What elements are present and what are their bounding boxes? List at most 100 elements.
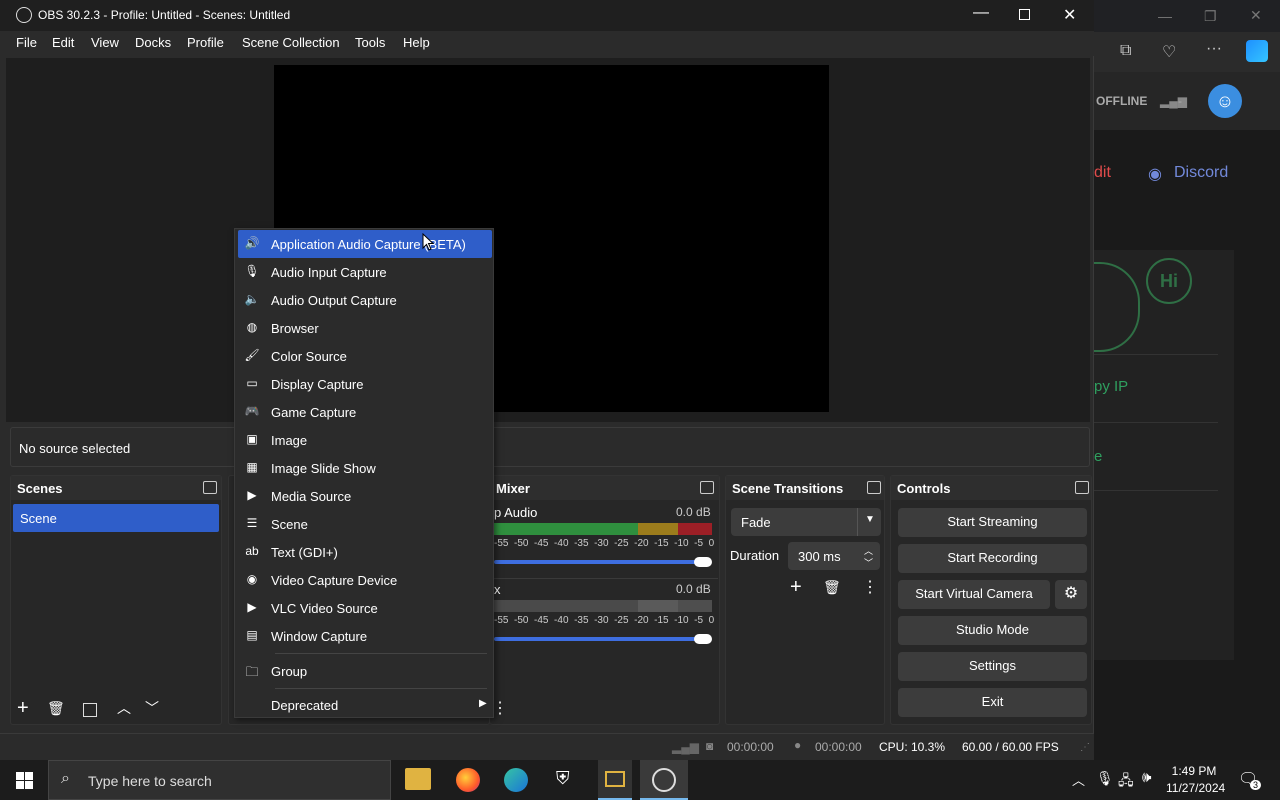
menu-item-scene[interactable]: ☰ Scene: [238, 510, 492, 538]
discord-link[interactable]: Discord: [1174, 164, 1228, 182]
security-shield-icon[interactable]: ⛨: [556, 768, 570, 789]
tray-expand-icon[interactable]: ︿: [1072, 770, 1085, 789]
menu-tools[interactable]: Tools: [355, 35, 385, 50]
transition-select[interactable]: Fade ▼: [731, 508, 881, 536]
transition-menu-icon[interactable]: ⋮: [862, 577, 878, 597]
taskbar-app-active[interactable]: [598, 760, 632, 800]
add-transition-icon[interactable]: +: [790, 576, 802, 599]
dock-float-icon[interactable]: [867, 481, 881, 494]
meter-scale: -55 -50 -45 -40 -35 -30 -25 -20 -15 -10 …: [494, 538, 715, 549]
menu-docks[interactable]: Docks: [135, 35, 171, 50]
mixer-dock-title: Mixer: [490, 476, 719, 500]
menu-item-vlc-video-source[interactable]: ▶ VLC Video Source: [238, 594, 492, 622]
menu-help[interactable]: Help: [403, 35, 430, 50]
settings-button[interactable]: Settings: [898, 652, 1087, 681]
volume-meter-yellow: [638, 523, 678, 535]
maximize-icon[interactable]: [1019, 9, 1030, 20]
dock-float-icon[interactable]: [1075, 481, 1089, 494]
firefox-icon[interactable]: [456, 768, 480, 792]
menu-item-window-capture[interactable]: ▤ Window Capture: [238, 622, 492, 650]
background-browser-window: — ❐ ✕ ⧉ ♡ ··· OFFLINE ▂▄▆ - ☺ dit ◉ Disc…: [1094, 0, 1280, 760]
menu-item-color-source[interactable]: 🖌 Color Source: [238, 342, 492, 370]
link-fragment[interactable]: e: [1094, 448, 1102, 465]
network-tray-icon[interactable]: 🖧: [1118, 770, 1134, 794]
menu-item-group[interactable]: 🗀 Group: [238, 657, 492, 685]
taskbar-obs[interactable]: [640, 760, 688, 800]
remove-scene-icon[interactable]: 🗑: [47, 700, 65, 717]
submenu-arrow-icon: ▶: [479, 698, 487, 709]
scenes-dock: Scenes Scene + 🗑 ︿ ﹀: [10, 475, 222, 725]
browser-minimize-icon[interactable]: —: [1158, 8, 1172, 24]
clock-date[interactable]: 11/27/2024: [1166, 781, 1225, 795]
dock-float-icon[interactable]: [700, 481, 714, 494]
file-explorer-icon[interactable]: [405, 768, 431, 790]
close-icon[interactable]: ✕: [1063, 5, 1076, 25]
volume-slider[interactable]: [494, 637, 700, 641]
minimize-icon[interactable]: —: [973, 4, 989, 22]
start-virtual-camera-button[interactable]: Start Virtual Camera: [898, 580, 1050, 609]
mixer-menu-icon[interactable]: ⋮: [492, 698, 508, 718]
dock-float-icon[interactable]: [203, 481, 217, 494]
scene-filter-icon[interactable]: [83, 703, 97, 717]
spin-down-icon[interactable]: ﹀: [864, 556, 873, 569]
menu-view[interactable]: View: [91, 35, 119, 50]
menu-item-image[interactable]: ▣ Image: [238, 426, 492, 454]
menu-item-audio-output-capture[interactable]: 🔈 Audio Output Capture: [238, 286, 492, 314]
performance-icon[interactable]: ♡: [1162, 42, 1176, 62]
scene-list-item[interactable]: Scene: [13, 504, 219, 532]
exit-button[interactable]: Exit: [898, 688, 1087, 717]
audio-mixer-dock: Mixer p Audio 0.0 dB -55 -50 -45 -40 -35…: [490, 475, 720, 725]
move-down-icon[interactable]: ﹀: [145, 698, 159, 718]
add-scene-icon[interactable]: +: [17, 698, 29, 718]
start-recording-button[interactable]: Start Recording: [898, 544, 1087, 573]
menu-scene-collection[interactable]: Scene Collection: [242, 35, 340, 50]
menu-item-text-gdi[interactable]: ab Text (GDI+): [238, 538, 492, 566]
volume-tray-icon[interactable]: 🕪: [1142, 769, 1151, 786]
volume-slider[interactable]: [494, 560, 700, 564]
duration-value: 300 ms: [798, 549, 841, 564]
menu-item-browser[interactable]: ◍ Browser: [238, 314, 492, 342]
studio-mode-button[interactable]: Studio Mode: [898, 616, 1087, 645]
menu-item-application-audio-capture-beta[interactable]: 🔊 Application Audio Capture (BETA): [238, 230, 492, 258]
browser-restore-icon[interactable]: ❐: [1204, 8, 1217, 25]
windows-start-icon[interactable]: [16, 772, 33, 789]
notification-badge: 3: [1250, 780, 1262, 790]
virtual-camera-settings-button[interactable]: ⚙: [1055, 580, 1087, 609]
menu-profile[interactable]: Profile: [187, 35, 224, 50]
avatar[interactable]: ☺: [1208, 84, 1242, 118]
taskbar-search[interactable]: ⌕ Type here to search: [48, 760, 391, 800]
menu-item-image-slide-show[interactable]: ▦ Image Slide Show: [238, 454, 492, 482]
controls-dock: Controls Start Streaming Start Recording…: [890, 475, 1092, 725]
browser-toolbar: ⧉ ♡ ···: [1094, 32, 1280, 72]
collections-icon[interactable]: ⧉: [1120, 42, 1131, 60]
resize-grip-icon[interactable]: ⋰: [1080, 742, 1090, 753]
menu-item-audio-input-capture[interactable]: 🎙 Audio Input Capture: [238, 258, 492, 286]
slideshow-icon: ▦: [246, 460, 258, 474]
copy-ip-link[interactable]: py IP: [1094, 378, 1128, 395]
menu-item-game-capture[interactable]: 🎮 Game Capture: [238, 398, 492, 426]
more-icon[interactable]: ···: [1206, 40, 1222, 58]
browser-close-icon[interactable]: ✕: [1250, 7, 1262, 24]
signal-icon: ▂▄▆: [1160, 94, 1187, 108]
microphone-tray-icon[interactable]: 🎙: [1096, 770, 1114, 787]
discord-icon: ◉: [1148, 166, 1162, 183]
clock-time[interactable]: 1:49 PM: [1166, 764, 1222, 778]
volume-slider-handle[interactable]: [694, 634, 712, 644]
menu-edit[interactable]: Edit: [52, 35, 74, 50]
menu-item-deprecated[interactable]: Deprecated ▶: [238, 691, 492, 719]
menu-file[interactable]: File: [16, 35, 37, 50]
move-up-icon[interactable]: ︿: [117, 698, 131, 718]
remove-transition-icon[interactable]: 🗑: [823, 579, 841, 596]
menu-item-media-source[interactable]: ▶ Media Source: [238, 482, 492, 510]
menu-item-display-capture[interactable]: ▭ Display Capture: [238, 370, 492, 398]
mixer-title: Mixer: [496, 481, 530, 496]
offline-extra: -: [1178, 94, 1182, 108]
copilot-icon[interactable]: [1246, 40, 1268, 62]
menu-item-label: Application Audio Capture (BETA): [271, 237, 466, 252]
edge-icon[interactable]: [504, 768, 528, 792]
edit-link-fragment[interactable]: dit: [1094, 164, 1111, 182]
volume-slider-handle[interactable]: [694, 557, 712, 567]
start-streaming-button[interactable]: Start Streaming: [898, 508, 1087, 537]
menu-item-video-capture-device[interactable]: ◉ Video Capture Device: [238, 566, 492, 594]
duration-spinbox[interactable]: 300 ms ︿ ﹀: [788, 542, 880, 570]
